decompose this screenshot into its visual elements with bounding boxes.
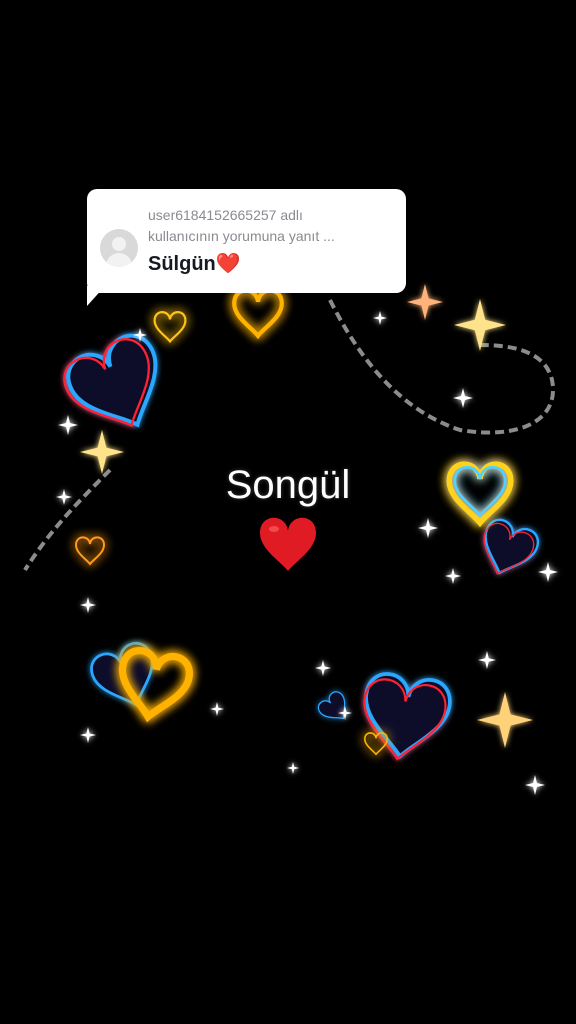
glow-heart bbox=[115, 648, 192, 723]
reply-context-line: kullanıcının yorumuna yanıt ... bbox=[148, 228, 335, 244]
comment-reply-card[interactable]: user6184152665257 adlı kullanıcının yoru… bbox=[87, 189, 406, 293]
neon-heart bbox=[314, 688, 355, 729]
reply-comment-text: Sülgün❤️ bbox=[148, 253, 241, 275]
glow-heart bbox=[234, 291, 282, 336]
avatar-head-icon bbox=[112, 237, 126, 251]
neon-heart bbox=[56, 328, 178, 443]
glow-heart bbox=[75, 536, 105, 565]
avatar-body-icon bbox=[106, 253, 132, 267]
overlay-name-text: Songül bbox=[225, 463, 351, 507]
reply-username-line: user6184152665257 adlı bbox=[148, 207, 303, 223]
red-heart-icon bbox=[260, 517, 316, 571]
glow-heart bbox=[153, 311, 187, 343]
background-artwork bbox=[23, 284, 558, 795]
avatar[interactable] bbox=[100, 229, 138, 267]
neon-heart bbox=[472, 515, 543, 584]
